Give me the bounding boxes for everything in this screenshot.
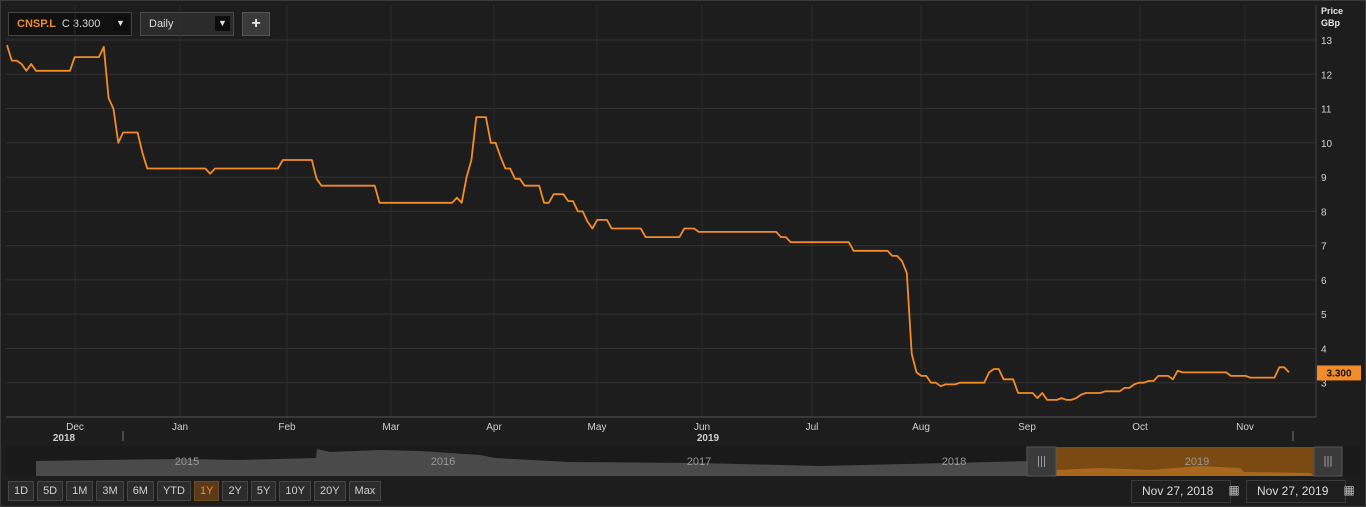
y-axis: 345678910111213 [1315,5,1333,417]
navigator-year-label: 2015 [175,456,199,468]
calendar-icon[interactable]: ▦ [1339,480,1359,501]
x-tick-label: Apr [486,422,502,433]
price-chart[interactable]: 345678910111213 Dec Jan Feb Mar Apr May Jun Jul… [0,0,1366,507]
range-button-20y[interactable]: 20Y [313,481,346,501]
range-button-6m[interactable]: 6M [126,481,154,501]
x-tick-label: Feb [278,422,296,433]
range-button-1d[interactable]: 1D [8,481,35,501]
x-tick-label: Nov [1236,422,1254,433]
x-tick-label: Oct [1132,422,1148,433]
y-tick-label: 12 [1321,70,1333,81]
y-tick-label: 11 [1321,105,1332,116]
navigator: 2015 2016 2017 2018 2019 [6,446,1360,477]
navigator-year-label: 2018 [942,456,966,468]
range-button-1y[interactable]: 1Y [193,481,220,501]
x-tick-label: May [588,422,607,433]
x-tick-label: Mar [382,422,400,433]
range-button-5d[interactable]: 5D [37,481,64,501]
range-button-2y[interactable]: 2Y [222,481,248,501]
x-axis: Dec Jan Feb Mar Apr May Jun Jul Aug Sep Oct Nov 2018… [6,416,1316,444]
range-button-ytd[interactable]: YTD [156,481,191,501]
last-price-marker: 3.300 [1317,365,1361,381]
x-tick-label: Sep [1018,422,1036,433]
y-tick-label: 5 [1321,310,1327,321]
y-tick-label: 8 [1321,207,1327,218]
year-label: 2018 [53,433,76,444]
grid-lines [6,5,1316,417]
start-date-field[interactable]: Nov 27, 2018 [1131,480,1231,503]
x-tick-label: Jun [694,422,710,433]
range-button-1m[interactable]: 1M [66,481,94,501]
x-tick-label: Dec [66,422,84,433]
range-button-3m[interactable]: 3M [96,481,124,501]
calendar-icon[interactable]: ▦ [1224,480,1244,501]
year-label: 2019 [697,433,720,444]
y-tick-label: 13 [1321,36,1333,47]
y-tick-label: 6 [1321,276,1327,287]
price-line [6,44,1290,401]
x-tick-label: Jul [806,422,819,433]
range-button-10y[interactable]: 10Y [279,481,311,501]
y-tick-label: 7 [1321,242,1327,253]
y-tick-label: 10 [1321,139,1333,150]
x-tick-label: Jan [172,422,188,433]
y-tick-label: 9 [1321,173,1327,184]
y-tick-label: 4 [1321,344,1327,355]
range-button-5y[interactable]: 5Y [250,481,277,501]
navigator-year-label: 2016 [431,456,455,468]
last-price-label: 3.300 [1326,368,1351,379]
range-button-max[interactable]: Max [348,481,382,501]
navigator-year-label: 2017 [687,456,711,468]
x-tick-label: Aug [912,422,930,433]
range-buttons: 1D 5D 1M 3M 6M YTD 1Y 2Y 5Y 10Y 20Y Max [8,481,382,501]
navigator-year-label: 2019 [1185,456,1209,468]
price-series [6,44,1290,401]
end-date-field[interactable]: Nov 27, 2019 [1246,480,1346,503]
